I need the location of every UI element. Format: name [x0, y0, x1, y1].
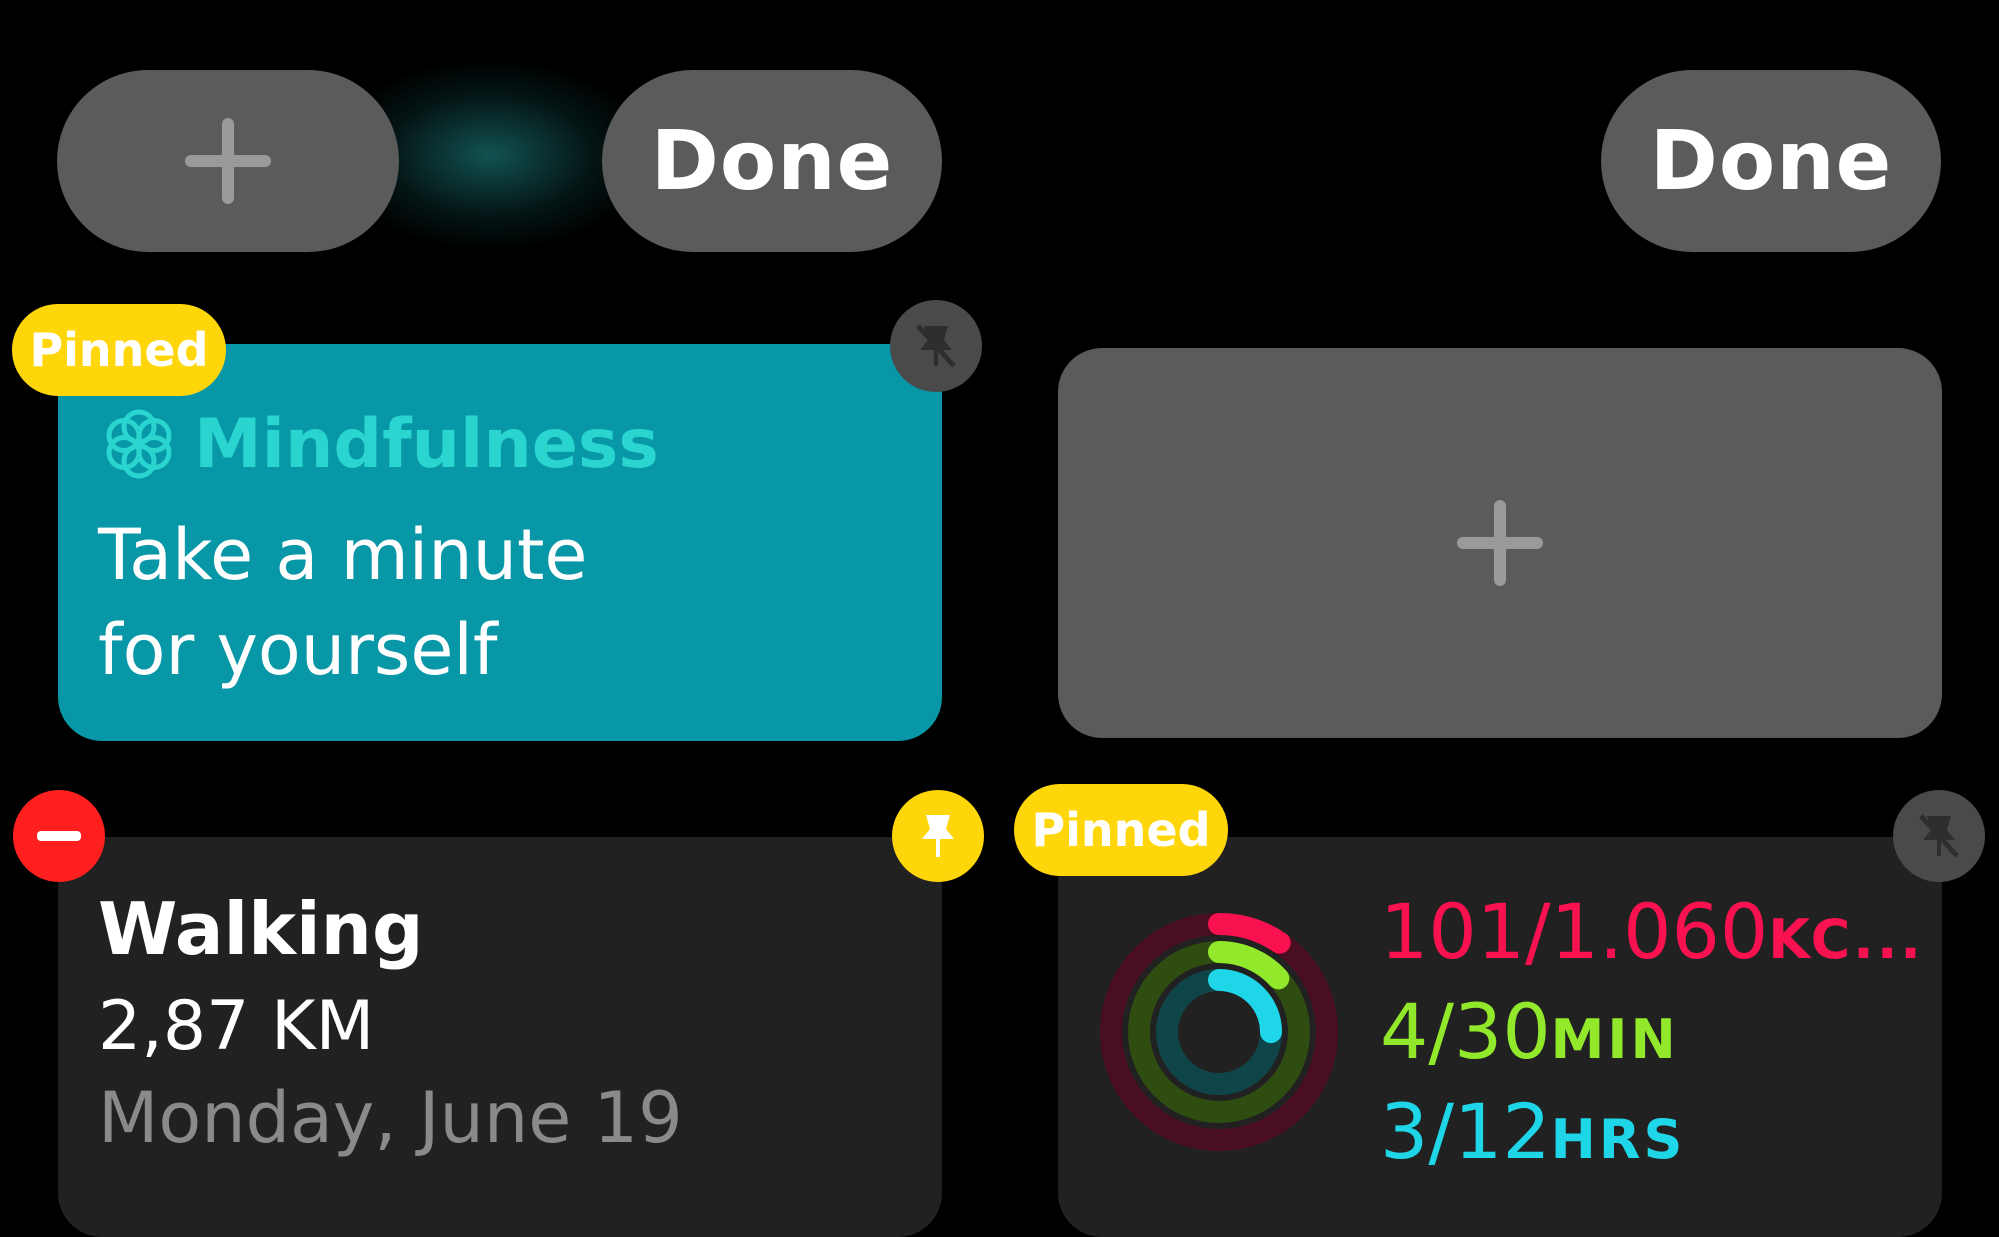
walking-title: Walking [98, 887, 424, 971]
done-label: Done [650, 113, 894, 209]
add-widget-button[interactable] [57, 70, 399, 252]
move-stat: 101/1.060KC... [1380, 887, 1924, 976]
unpin-icon [916, 324, 956, 368]
empty-widget-slot[interactable] [1058, 348, 1942, 738]
plus-icon [185, 118, 271, 204]
pinned-badge: Pinned [1014, 784, 1228, 876]
done-button-right[interactable]: Done [1601, 70, 1941, 252]
unpin-button[interactable] [1893, 790, 1985, 882]
remove-widget-button[interactable] [13, 790, 105, 882]
mindfulness-widget[interactable]: Mindfulness Take a minute for yourself [58, 344, 942, 741]
mindfulness-line-2: for yourself [98, 609, 498, 691]
stand-value: 3/12 [1380, 1087, 1551, 1176]
walking-date: Monday, June 19 [98, 1077, 683, 1159]
activity-widget[interactable]: 101/1.060KC... 4/30MIN 3/12HRS [1058, 837, 1942, 1237]
mindfulness-line-1: Take a minute [98, 514, 588, 596]
done-label: Done [1649, 113, 1893, 209]
exercise-unit: MIN [1550, 1008, 1679, 1071]
done-button-left[interactable]: Done [602, 70, 942, 252]
flower-icon [106, 409, 172, 479]
minus-icon [37, 831, 81, 841]
walking-widget[interactable]: Walking 2,87 KM Monday, June 19 [58, 837, 942, 1237]
move-unit: KC... [1768, 908, 1924, 971]
stand-unit: HRS [1550, 1108, 1686, 1171]
exercise-value: 4/30 [1380, 987, 1551, 1076]
mindfulness-title: Mindfulness [194, 404, 659, 484]
unpin-icon [1919, 814, 1959, 858]
pinned-badge: Pinned [12, 304, 226, 396]
pin-button[interactable] [892, 790, 984, 882]
activity-rings [1100, 913, 1338, 1151]
plus-icon [1457, 500, 1543, 586]
exercise-stat: 4/30MIN [1380, 987, 1679, 1076]
walking-distance: 2,87 KM [98, 987, 375, 1066]
pin-icon [922, 815, 954, 857]
unpin-button[interactable] [890, 300, 982, 392]
mindfulness-header: Mindfulness [100, 404, 659, 484]
stand-stat: 3/12HRS [1380, 1087, 1685, 1176]
move-value: 101/1.060 [1380, 887, 1769, 976]
